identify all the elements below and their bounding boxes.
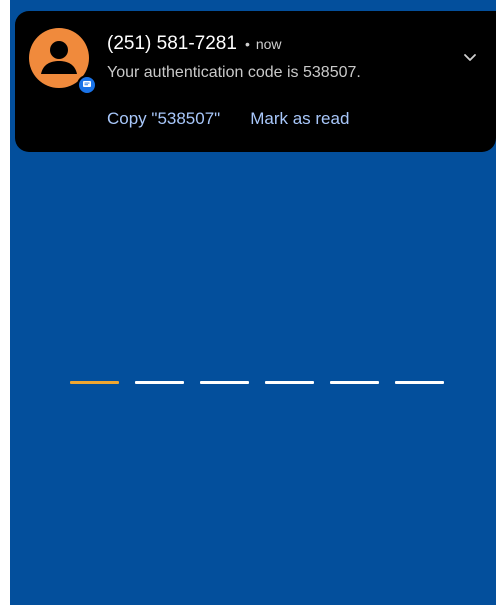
sms-notification[interactable]: (251) 581-7281 • now Your authentication c… xyxy=(15,11,496,152)
code-slot-2[interactable] xyxy=(135,381,184,384)
app-screen: (251) 581-7281 • now Your authentication c… xyxy=(10,0,496,605)
code-slot-6[interactable] xyxy=(395,381,444,384)
notification-message: Your authentication code is 538507. xyxy=(107,64,361,81)
notification-time: now xyxy=(255,36,282,52)
separator-dot: • xyxy=(244,36,250,52)
chevron-down-icon xyxy=(464,54,476,61)
notification-header: (251) 581-7281 • now xyxy=(107,33,282,55)
code-slot-3[interactable] xyxy=(200,381,249,384)
code-slot-5[interactable] xyxy=(330,381,379,384)
sender-number: (251) 581-7281 xyxy=(107,33,237,54)
code-slot-4[interactable] xyxy=(265,381,314,384)
expand-button[interactable] xyxy=(460,47,480,67)
mark-as-read-button[interactable]: Mark as read xyxy=(250,109,349,129)
notification-actions: Copy "538507" Mark as read xyxy=(107,109,349,129)
messages-icon xyxy=(83,81,91,87)
code-slot-1[interactable] xyxy=(70,381,119,384)
copy-code-button[interactable]: Copy "538507" xyxy=(107,109,220,129)
verification-code-input[interactable] xyxy=(70,381,448,385)
messages-app-badge xyxy=(77,75,97,95)
